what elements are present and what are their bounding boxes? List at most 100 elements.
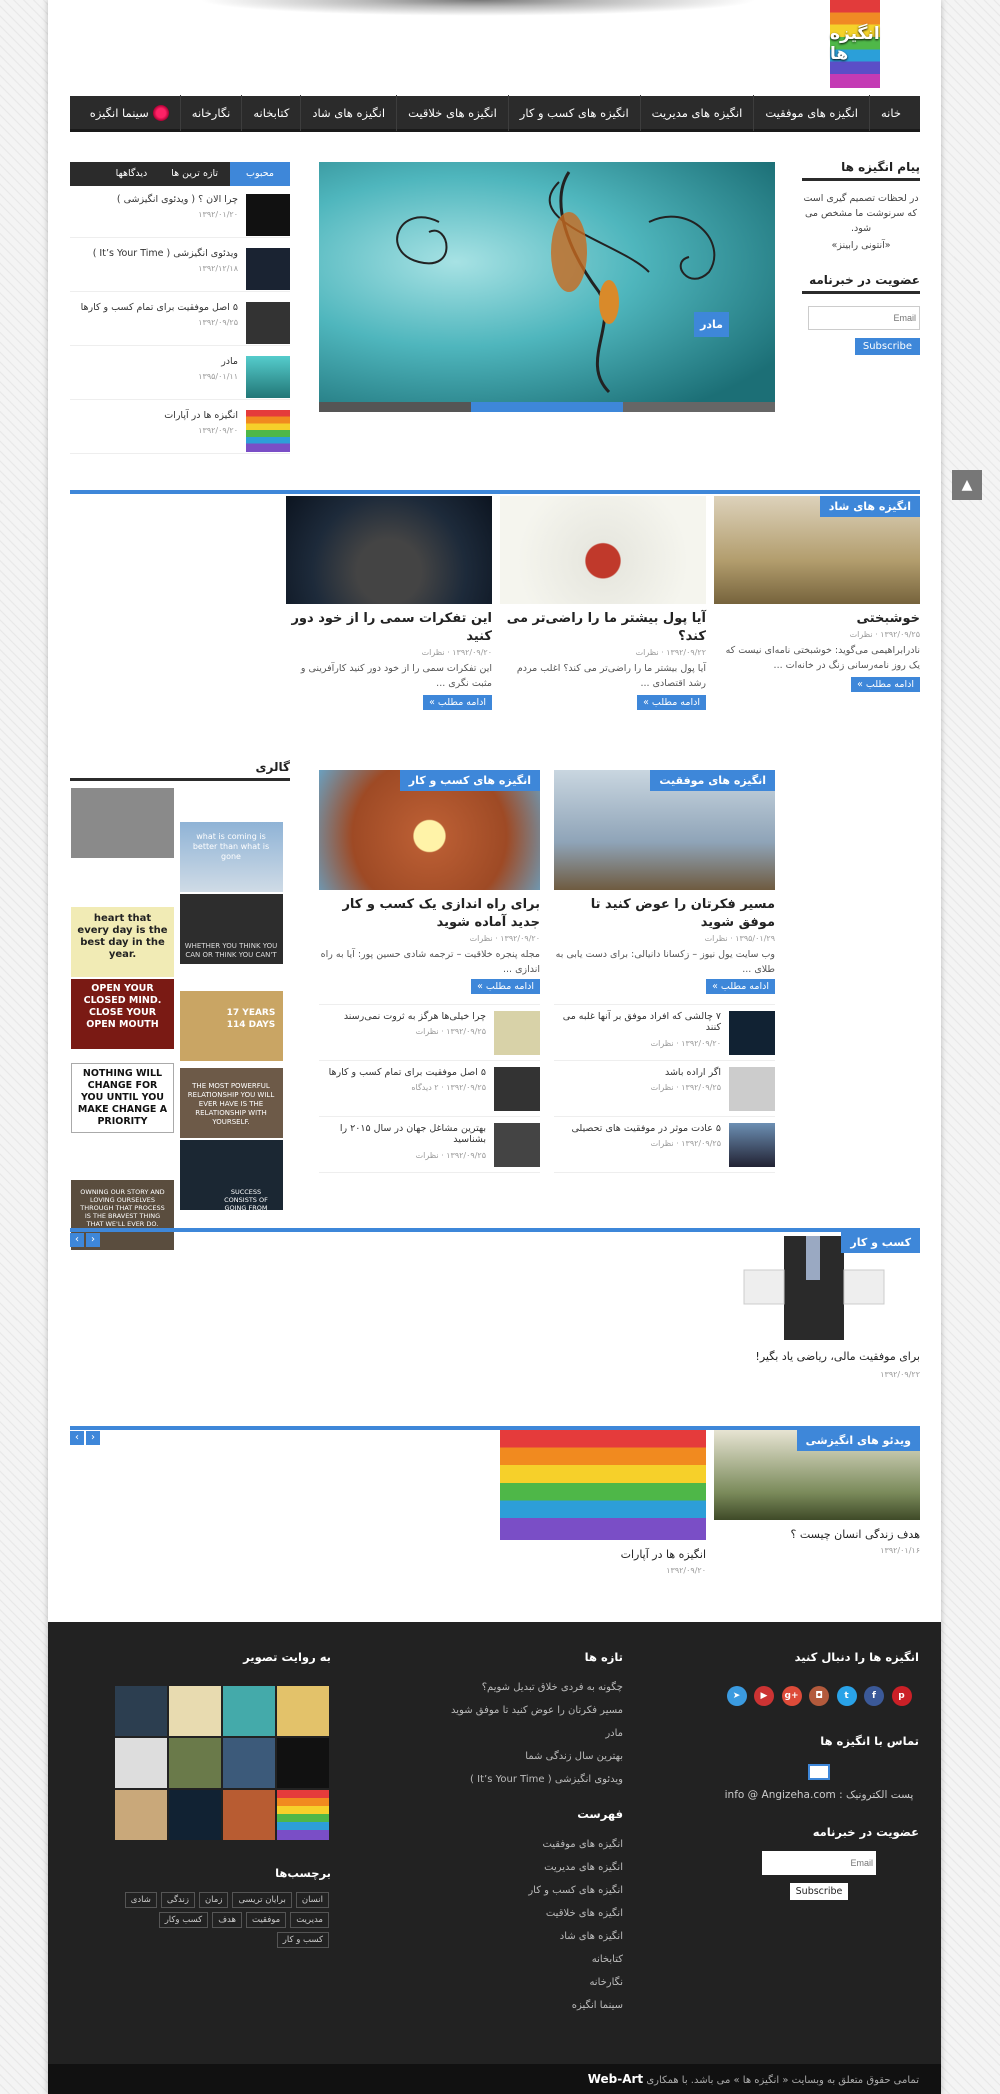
photo-thumb[interactable] [115, 1686, 167, 1736]
post-image[interactable] [500, 496, 706, 604]
post-image[interactable]: انگیزه های شاد [714, 496, 920, 604]
pager-3[interactable] [623, 402, 775, 412]
photo-thumb[interactable] [169, 1738, 221, 1788]
item-comments[interactable]: ۲ دیدگاه [411, 1083, 438, 1092]
mail-icon[interactable] [808, 1764, 830, 1780]
item-title[interactable]: ویدئوی انگیزشی ( It’s Your Time ) [78, 248, 238, 259]
gallery-image[interactable]: SUCCESS CONSISTS OF GOING FROM FAILURE T… [179, 1140, 283, 1228]
pinterest-icon[interactable]: p [891, 1686, 912, 1706]
item-comments[interactable]: نظرات [416, 1151, 439, 1160]
category-badge[interactable]: انگیزه های شاد [819, 496, 920, 517]
tag-link[interactable]: زمان [198, 1892, 229, 1908]
post-title[interactable]: آیا پول بیشتر ما را راضی‌تر می کند؟ [500, 610, 706, 646]
post-image[interactable]: انگیزه های موفقیت [554, 770, 775, 890]
post-image[interactable]: کسب و کار [714, 1232, 920, 1340]
list-item[interactable]: اگر اراده باشد ۱۳۹۲/۰۹/۲۵ · نظرات [554, 1061, 775, 1117]
gallery-image[interactable]: NOTHING WILL CHANGE FOR YOU UNTIL YOU MA… [71, 1063, 174, 1133]
post-title[interactable]: این تفکرات سمی را از خود دور کنید [286, 610, 492, 646]
photo-thumb[interactable] [277, 1686, 329, 1736]
item-title[interactable]: ۵ اصل موفقیت برای تمام کسب و کارها [326, 1067, 486, 1078]
gallery-image[interactable]: WHETHER YOU THINK YOU CAN OR THINK YOU C… [179, 894, 283, 964]
read-more-button[interactable]: ادامه مطلب » [851, 677, 920, 692]
menu-link[interactable]: انگیزه های موفقیت [423, 1833, 623, 1856]
footer-email-input[interactable] [762, 1851, 876, 1875]
post-comments[interactable]: نظرات [850, 630, 873, 639]
nav-creativity[interactable]: انگیزه های خلاقیت [396, 94, 508, 131]
gallery-image[interactable]: THE MOST POWERFUL RELATIONSHIP YOU WILL … [179, 1068, 283, 1138]
site-logo[interactable]: انگیزه ها [830, 0, 880, 88]
list-item[interactable]: مادر ۱۳۹۵/۰۱/۱۱ [70, 354, 290, 400]
slider-caption[interactable]: مادر [694, 312, 729, 337]
read-more-button[interactable]: ادامه مطلب » [471, 979, 540, 994]
nav-cinema[interactable]: سینما انگیزه [79, 95, 180, 131]
pager-1[interactable] [319, 402, 471, 412]
prev-arrow-icon[interactable]: ‹ [70, 1431, 84, 1445]
tag-link[interactable]: مدیریت [290, 1912, 329, 1928]
list-item[interactable]: چرا الان ؟ ( ویدئوی انگیزشی ) ۱۳۹۲/۰۱/۲۰ [70, 192, 290, 238]
tag-link[interactable]: شادی [124, 1892, 157, 1908]
list-item[interactable]: بهترین مشاغل جهان در سال ۲۰۱۵ را بشناسید… [319, 1117, 540, 1173]
photo-thumb[interactable] [115, 1790, 167, 1840]
list-item[interactable]: ویدئوی انگیزشی ( It’s Your Time ) ۱۳۹۲/۱… [70, 246, 290, 292]
recent-link[interactable]: مسیر فکرتان را عوض کنید تا موفق شوید [423, 1699, 623, 1722]
nav-library[interactable]: کتابخانه [241, 94, 300, 131]
read-more-button[interactable]: ادامه مطلب » [637, 695, 706, 710]
item-comments[interactable]: نظرات [651, 1039, 674, 1048]
subscribe-button[interactable]: Subscribe [854, 338, 920, 355]
gallery-image[interactable]: OPEN YOUR CLOSED MIND. CLOSE YOUR OPEN M… [71, 979, 174, 1049]
item-title[interactable]: ۵ اصل موفقیت برای تمام کسب و کارها [78, 302, 238, 313]
tag-link[interactable]: موفقیت [245, 1912, 287, 1928]
nav-success[interactable]: انگیزه های موفقیت [753, 94, 869, 131]
post-image[interactable] [286, 496, 492, 604]
menu-link[interactable]: نگارخانه [423, 1971, 623, 1994]
tab-comments[interactable]: دیدگاهها [104, 162, 160, 186]
tag-link[interactable]: هدف [212, 1912, 242, 1928]
category-badge[interactable]: ویدئو های انگیزشی [796, 1430, 920, 1451]
photo-thumb[interactable] [115, 1738, 167, 1788]
gallery-image[interactable]: what is coming is better than what is go… [179, 822, 283, 892]
menu-link[interactable]: انگیزه های کسب و کار [423, 1879, 623, 1902]
photo-thumb[interactable] [223, 1790, 275, 1840]
post-image[interactable] [500, 1430, 706, 1540]
photo-thumb[interactable] [277, 1738, 329, 1788]
youtube-icon[interactable]: ▶ [754, 1686, 774, 1706]
nav-management[interactable]: انگیزه های مدیریت [639, 94, 754, 131]
item-comments[interactable]: نظرات [651, 1139, 674, 1148]
gallery-image[interactable]: heart that every day is the best day in … [71, 907, 174, 977]
prev-arrow-icon[interactable]: ‹ [70, 1233, 84, 1247]
newsletter-email-input[interactable] [808, 306, 920, 330]
nav-happy[interactable]: انگیزه های شاد [300, 94, 396, 131]
tag-link[interactable]: کسب و کار [276, 1932, 329, 1948]
category-badge[interactable]: انگیزه های کسب و کار [399, 770, 540, 791]
tag-link[interactable]: انسان [295, 1892, 329, 1908]
item-title[interactable]: ۵ عادت موثر در موفقیت های تحصیلی [561, 1123, 722, 1134]
contact-email[interactable]: پست الکترونیک : info @ Angizeha.com [719, 1789, 919, 1801]
category-badge[interactable]: انگیزه های موفقیت [650, 770, 775, 791]
gallery-image[interactable]: 17 YEARS 114 DAYS [179, 991, 283, 1061]
post-comments[interactable]: نظرات [636, 648, 659, 657]
facebook-icon[interactable]: f [864, 1686, 884, 1706]
post-title[interactable]: خوشبختی [714, 610, 920, 628]
tag-link[interactable]: کسب وکار [158, 1912, 209, 1928]
photo-thumb[interactable] [223, 1686, 275, 1736]
item-title[interactable]: مادر [78, 356, 238, 367]
post-title[interactable]: هدف زندگی انسان چیست ؟ [714, 1526, 920, 1544]
post-title[interactable]: برای موفقیت مالی، ریاضی یاد بگیر! [714, 1348, 920, 1366]
post-comments[interactable]: نظرات [422, 648, 445, 657]
list-item[interactable]: انگیزه ها در آپارات ۱۳۹۲/۰۹/۲۰ [70, 408, 290, 454]
gallery-image[interactable] [71, 788, 174, 858]
list-item[interactable]: ۵ عادت موثر در موفقیت های تحصیلی ۱۳۹۲/۰۹… [554, 1117, 775, 1173]
tag-link[interactable]: زندگی [160, 1892, 195, 1908]
list-item[interactable]: ۵ اصل موفقیت برای تمام کسب و کارها ۱۳۹۲/… [70, 300, 290, 346]
item-title[interactable]: بهترین مشاغل جهان در سال ۲۰۱۵ را بشناسید [326, 1123, 486, 1145]
footer-subscribe-button[interactable]: Subscribe [789, 1883, 849, 1900]
pager-2[interactable] [471, 402, 623, 412]
list-item[interactable]: ۷ چالشی که افراد موفق بر آنها غلبه می کن… [554, 1005, 775, 1061]
nav-home[interactable]: خانه [869, 94, 912, 131]
tab-popular[interactable]: محبوب [230, 162, 290, 186]
recent-link[interactable]: بهترین سال زندگی شما [423, 1745, 623, 1768]
post-title[interactable]: برای راه اندازی یک کسب و کار جدید آماده … [319, 896, 540, 932]
list-item[interactable]: چرا خیلی‌ها هرگز به ثروت نمی‌رسند ۱۳۹۲/۰… [319, 1005, 540, 1061]
photo-thumb[interactable] [169, 1790, 221, 1840]
read-more-button[interactable]: ادامه مطلب » [706, 979, 775, 994]
